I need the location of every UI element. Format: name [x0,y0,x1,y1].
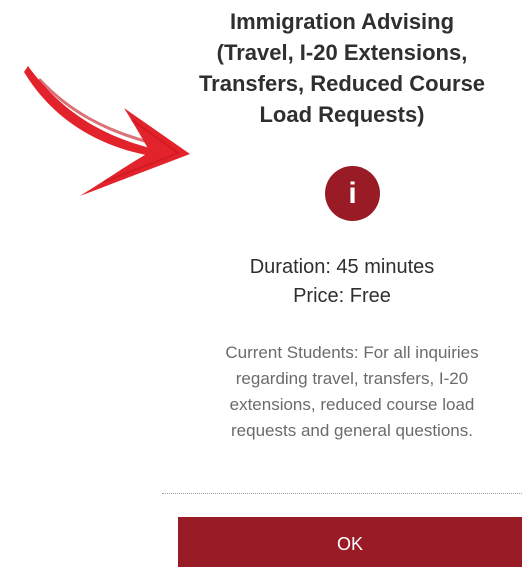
info-icon: i [325,166,380,221]
price-text: Price: Free [293,285,391,307]
appointment-details: Duration: 45 minutes Price: Free [162,253,522,311]
info-glyph: i [348,176,357,210]
appointment-description: Current Students: For all inquiries rega… [225,343,479,440]
appointment-card: Immigration Advising (Travel, I-20 Exten… [162,0,522,567]
duration-text: Duration: 45 minutes [249,256,435,278]
dotted-divider [162,493,522,494]
ok-button[interactable]: OK [178,517,522,567]
appointment-detail-page: Immigration Advising (Travel, I-20 Exten… [0,0,522,567]
appointment-title: Immigration Advising (Travel, I-20 Exten… [198,9,486,127]
